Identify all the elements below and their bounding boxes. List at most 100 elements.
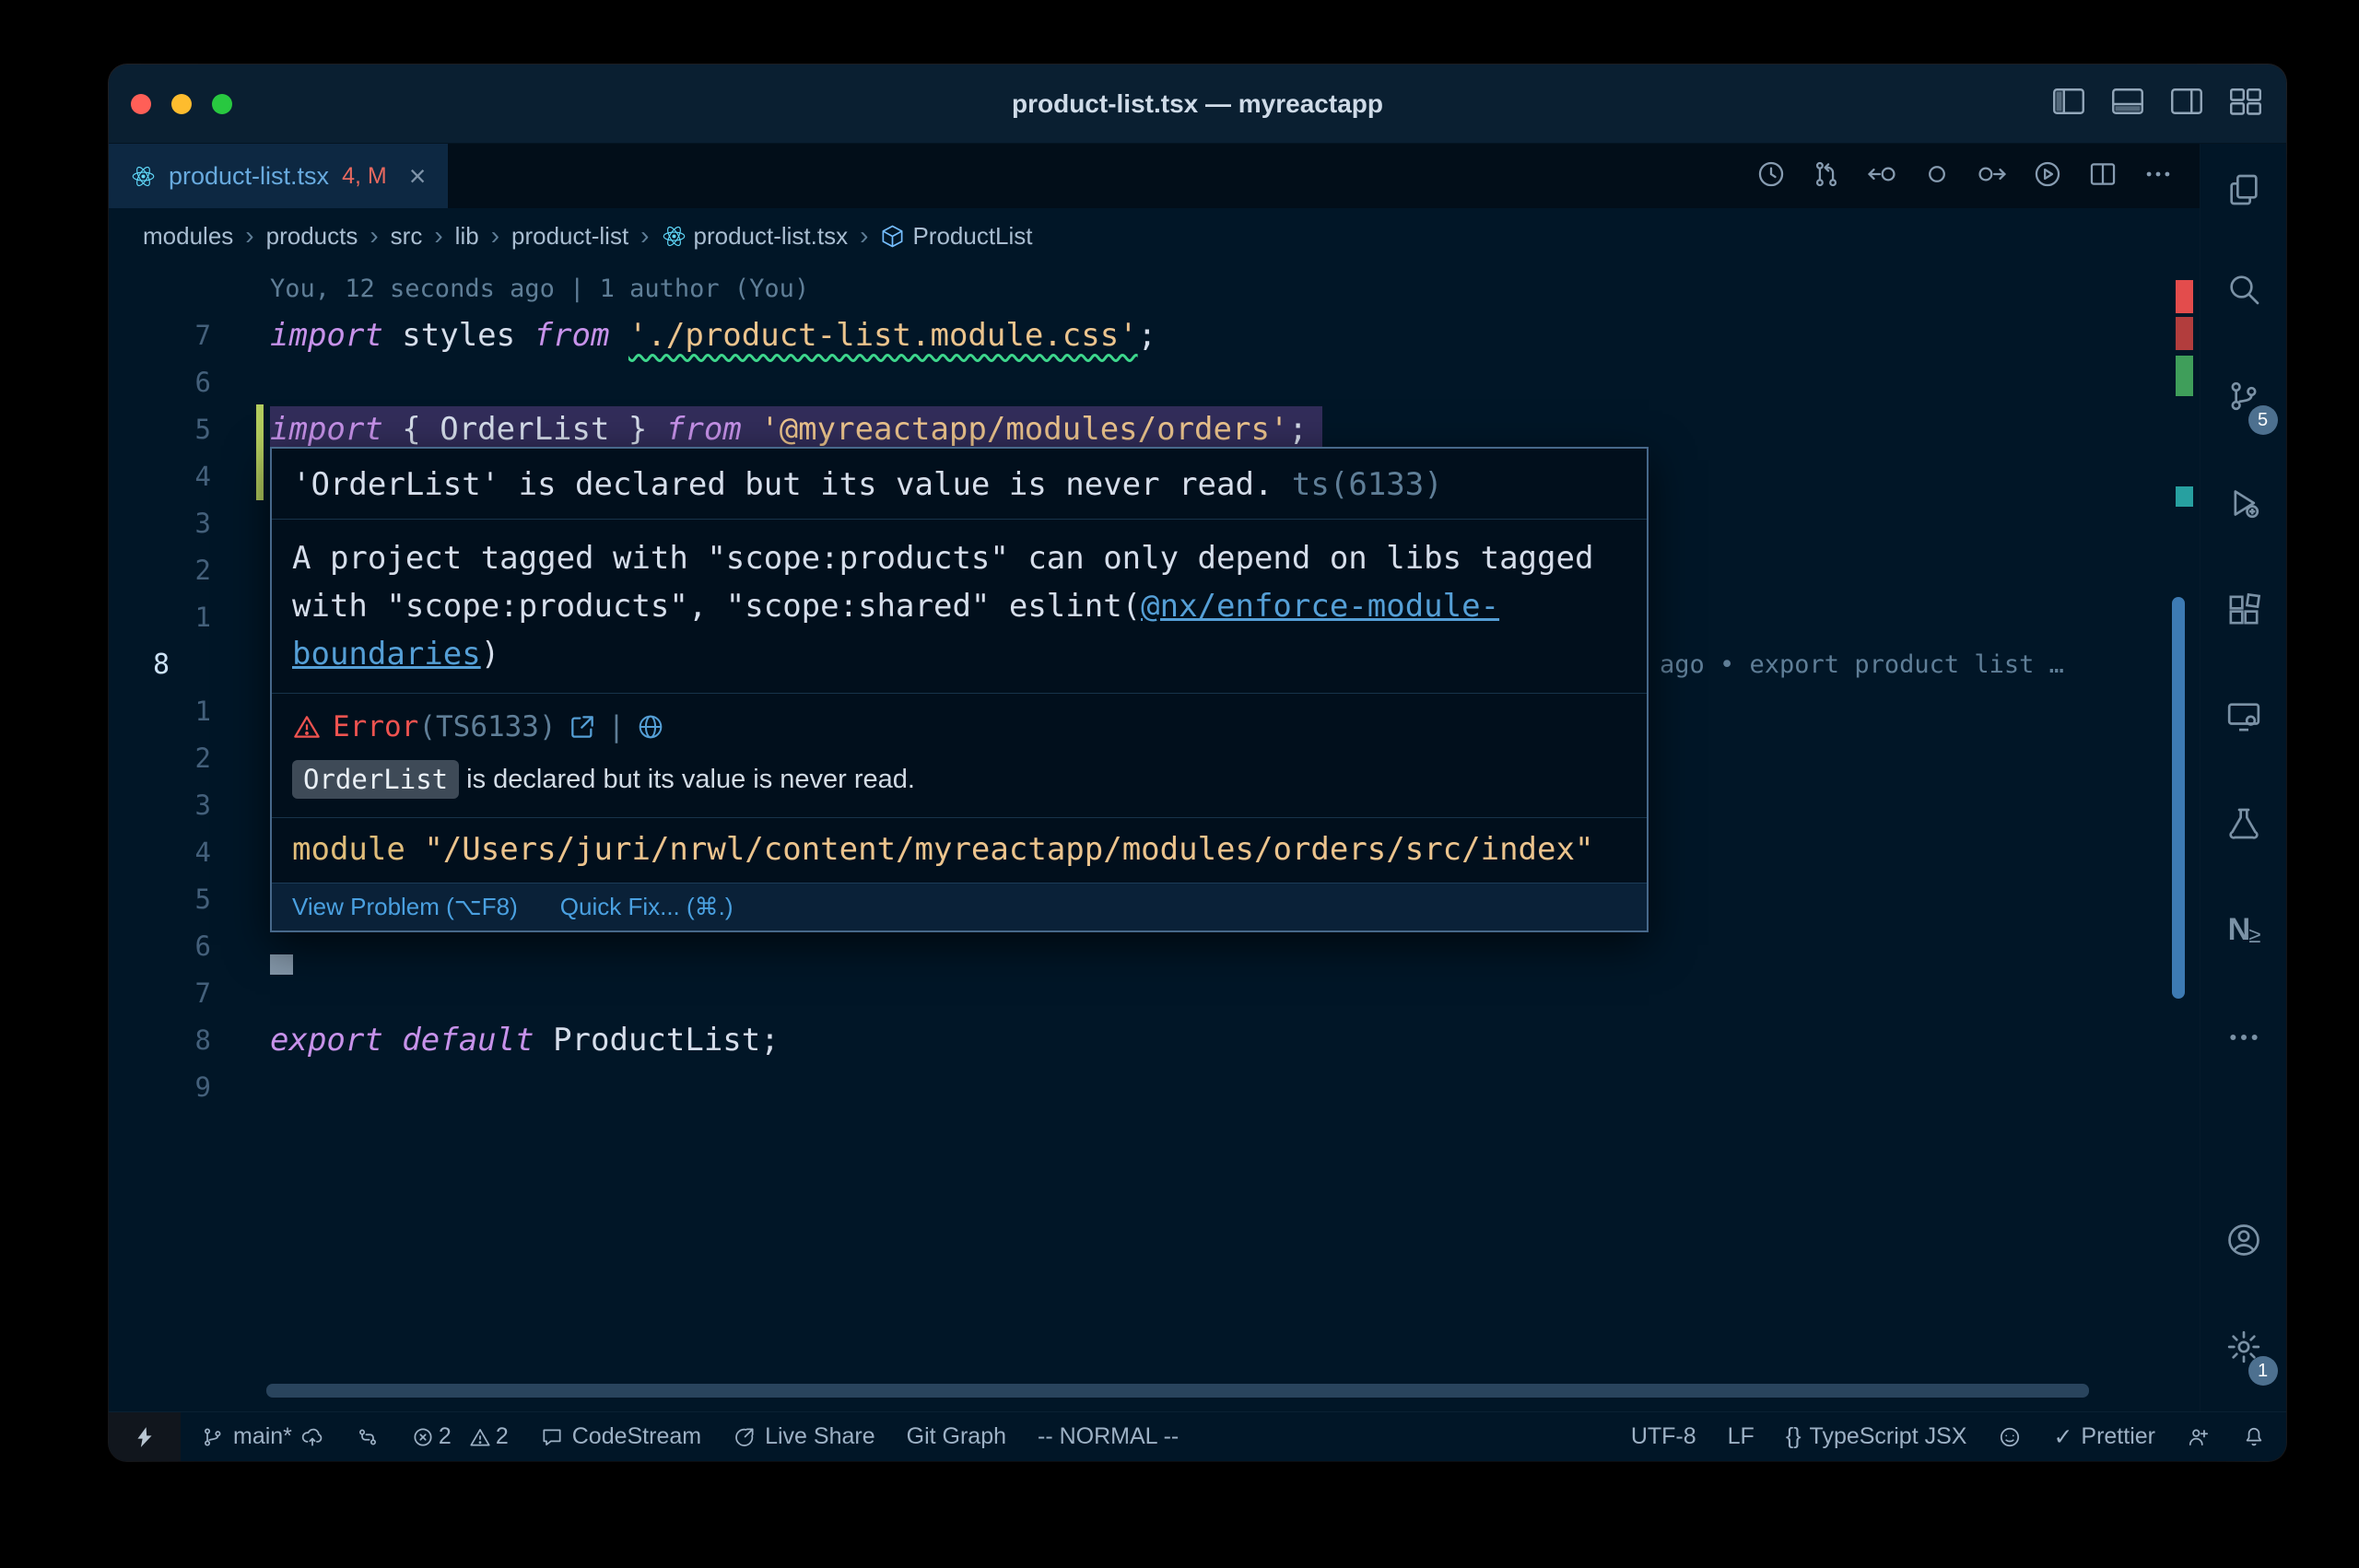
timeline-icon[interactable] <box>1755 158 1787 194</box>
vertical-scrollbar-thumb[interactable] <box>2172 597 2185 999</box>
line-number: 1 <box>109 594 211 641</box>
keyword-from: from <box>666 411 760 448</box>
braces-icon: {} <box>1786 1423 1802 1450</box>
git-branch-item[interactable]: main* <box>201 1423 324 1450</box>
line-number: 7 <box>109 970 211 1017</box>
horizontal-scrollbar-thumb[interactable] <box>266 1384 2089 1398</box>
quick-fix-action[interactable]: Quick Fix... (⌘.) <box>560 893 734 921</box>
testing-icon[interactable] <box>2201 770 2287 877</box>
breadcrumb-product-list[interactable]: product-list <box>511 222 628 251</box>
code-editor[interactable]: 7 6 5 4 3 2 1 8 1 2 3 4 5 6 7 8 9 You, 1… <box>109 263 2200 1411</box>
close-window-button[interactable] <box>131 94 151 114</box>
live-share-icon <box>733 1425 757 1449</box>
notifications-item[interactable] <box>2242 1425 2266 1449</box>
identifier-styles: styles <box>383 317 534 354</box>
breadcrumb-separator: › <box>860 221 868 251</box>
language-item[interactable]: {}TypeScript JSX <box>1786 1423 1967 1450</box>
breadcrumb-src[interactable]: src <box>391 222 423 251</box>
scm-badge: 5 <box>2248 405 2278 435</box>
view-problem-action[interactable]: View Problem (⌥F8) <box>292 893 518 921</box>
extensions-icon[interactable] <box>2201 556 2287 663</box>
compare-changes-icon[interactable] <box>1811 158 1842 194</box>
line-number: 6 <box>109 359 211 406</box>
eol-item[interactable]: LF <box>1728 1423 1755 1450</box>
tab-bar: product-list.tsx 4, M × <box>109 144 2200 208</box>
settings-gear-icon[interactable]: 1 <box>2201 1293 2287 1400</box>
remote-explorer-icon[interactable] <box>2201 663 2287 770</box>
open-changes-icon[interactable] <box>2032 158 2063 194</box>
split-editor-icon[interactable] <box>2087 158 2118 194</box>
change-circle-icon[interactable] <box>1921 158 1953 194</box>
codestream-label: CodeStream <box>572 1423 701 1450</box>
open-external-icon[interactable] <box>568 712 597 742</box>
remote-indicator[interactable] <box>109 1412 181 1461</box>
git-compare-item[interactable] <box>356 1425 380 1449</box>
code-line-import-styles[interactable]: import styles from './product-list.modul… <box>270 312 1156 359</box>
run-debug-icon[interactable] <box>2201 450 2287 556</box>
title-bar: product-list.tsx — myreactapp <box>109 64 2286 144</box>
vim-mode-indicator[interactable]: -- NORMAL -- <box>1038 1423 1179 1450</box>
layout-controls <box>2052 88 2286 120</box>
line-number: 4 <box>109 453 211 500</box>
globe-icon[interactable] <box>636 712 665 742</box>
line-number: 5 <box>109 876 211 923</box>
hover-chip-row: OrderList is declared but its value is n… <box>272 749 1647 817</box>
vim-mode-label: -- NORMAL -- <box>1038 1423 1179 1450</box>
breadcrumb-modules[interactable]: modules <box>143 222 233 251</box>
account-icon[interactable] <box>2201 1187 2287 1293</box>
code-chip: OrderList <box>292 760 459 799</box>
breadcrumb-products[interactable]: products <box>266 222 358 251</box>
icon-divider: | <box>608 710 626 743</box>
code-line-export-default[interactable]: export default ProductList; <box>270 1017 780 1064</box>
breadcrumb-file[interactable]: product-list.tsx <box>662 222 849 251</box>
line-number: 3 <box>109 500 211 547</box>
line-number: 4 <box>109 829 211 876</box>
source-control-icon[interactable]: 5 <box>2201 343 2287 450</box>
close-tab-icon[interactable]: × <box>409 161 427 191</box>
eol-label: LF <box>1728 1423 1755 1450</box>
line-number: 5 <box>109 406 211 453</box>
minimize-window-button[interactable] <box>171 94 192 114</box>
next-change-icon[interactable] <box>1977 158 2008 194</box>
live-share-item[interactable]: Live Share <box>733 1423 875 1450</box>
more-views-icon[interactable] <box>2201 984 2287 1091</box>
github-item[interactable] <box>1998 1425 2022 1449</box>
line-number: 2 <box>109 735 211 782</box>
codestream-item[interactable]: CodeStream <box>540 1423 701 1450</box>
line-number: 1 <box>109 688 211 735</box>
toggle-panel-icon[interactable] <box>2111 88 2144 120</box>
ruler-error-mark <box>2176 280 2193 313</box>
problems-item[interactable]: 2 2 <box>411 1423 509 1450</box>
error-code: (TS6133) <box>418 710 556 743</box>
error-count: 2 <box>439 1423 452 1450</box>
hover-eslint-row: A project tagged with "scope:products" c… <box>272 520 1647 693</box>
symbol-cube-icon <box>880 224 905 249</box>
previous-change-icon[interactable] <box>1866 158 1897 194</box>
zoom-window-button[interactable] <box>212 94 232 114</box>
search-icon[interactable] <box>2201 236 2287 343</box>
eslint-message-close: ) <box>481 636 499 673</box>
vscode-window: product-list.tsx — myreactapp product-li… <box>109 64 2286 1461</box>
breadcrumb-separator: › <box>370 221 378 251</box>
breadcrumb-lib[interactable]: lib <box>455 222 479 251</box>
nx-console-icon[interactable]: N≥ <box>2201 877 2287 984</box>
error-label: Error <box>333 710 418 743</box>
tab-product-list[interactable]: product-list.tsx 4, M × <box>109 144 448 208</box>
hover-module-row: module "/Users/juri/nrwl/content/myreact… <box>272 818 1647 883</box>
git-graph-item[interactable]: Git Graph <box>907 1423 1006 1450</box>
encoding-item[interactable]: UTF-8 <box>1631 1423 1696 1450</box>
more-actions-icon[interactable] <box>2142 158 2174 194</box>
breadcrumb-symbol[interactable]: ProductList <box>880 222 1032 251</box>
feedback-item[interactable] <box>2187 1425 2211 1449</box>
breadcrumb-separator: › <box>245 221 253 251</box>
breadcrumb-file-label: product-list.tsx <box>694 222 849 251</box>
toggle-secondary-sidebar-icon[interactable] <box>2170 88 2203 120</box>
line-number: 9 <box>109 1064 211 1111</box>
toggle-primary-sidebar-icon[interactable] <box>2052 88 2085 120</box>
customize-layout-icon[interactable] <box>2229 88 2262 120</box>
keyword-from: from <box>534 317 628 354</box>
hover-diagnostic-row: 'OrderList' is declared but its value is… <box>272 449 1647 519</box>
line-number: 6 <box>109 923 211 970</box>
prettier-item[interactable]: ✓Prettier <box>2053 1423 2155 1451</box>
explorer-icon[interactable] <box>2201 144 2287 236</box>
